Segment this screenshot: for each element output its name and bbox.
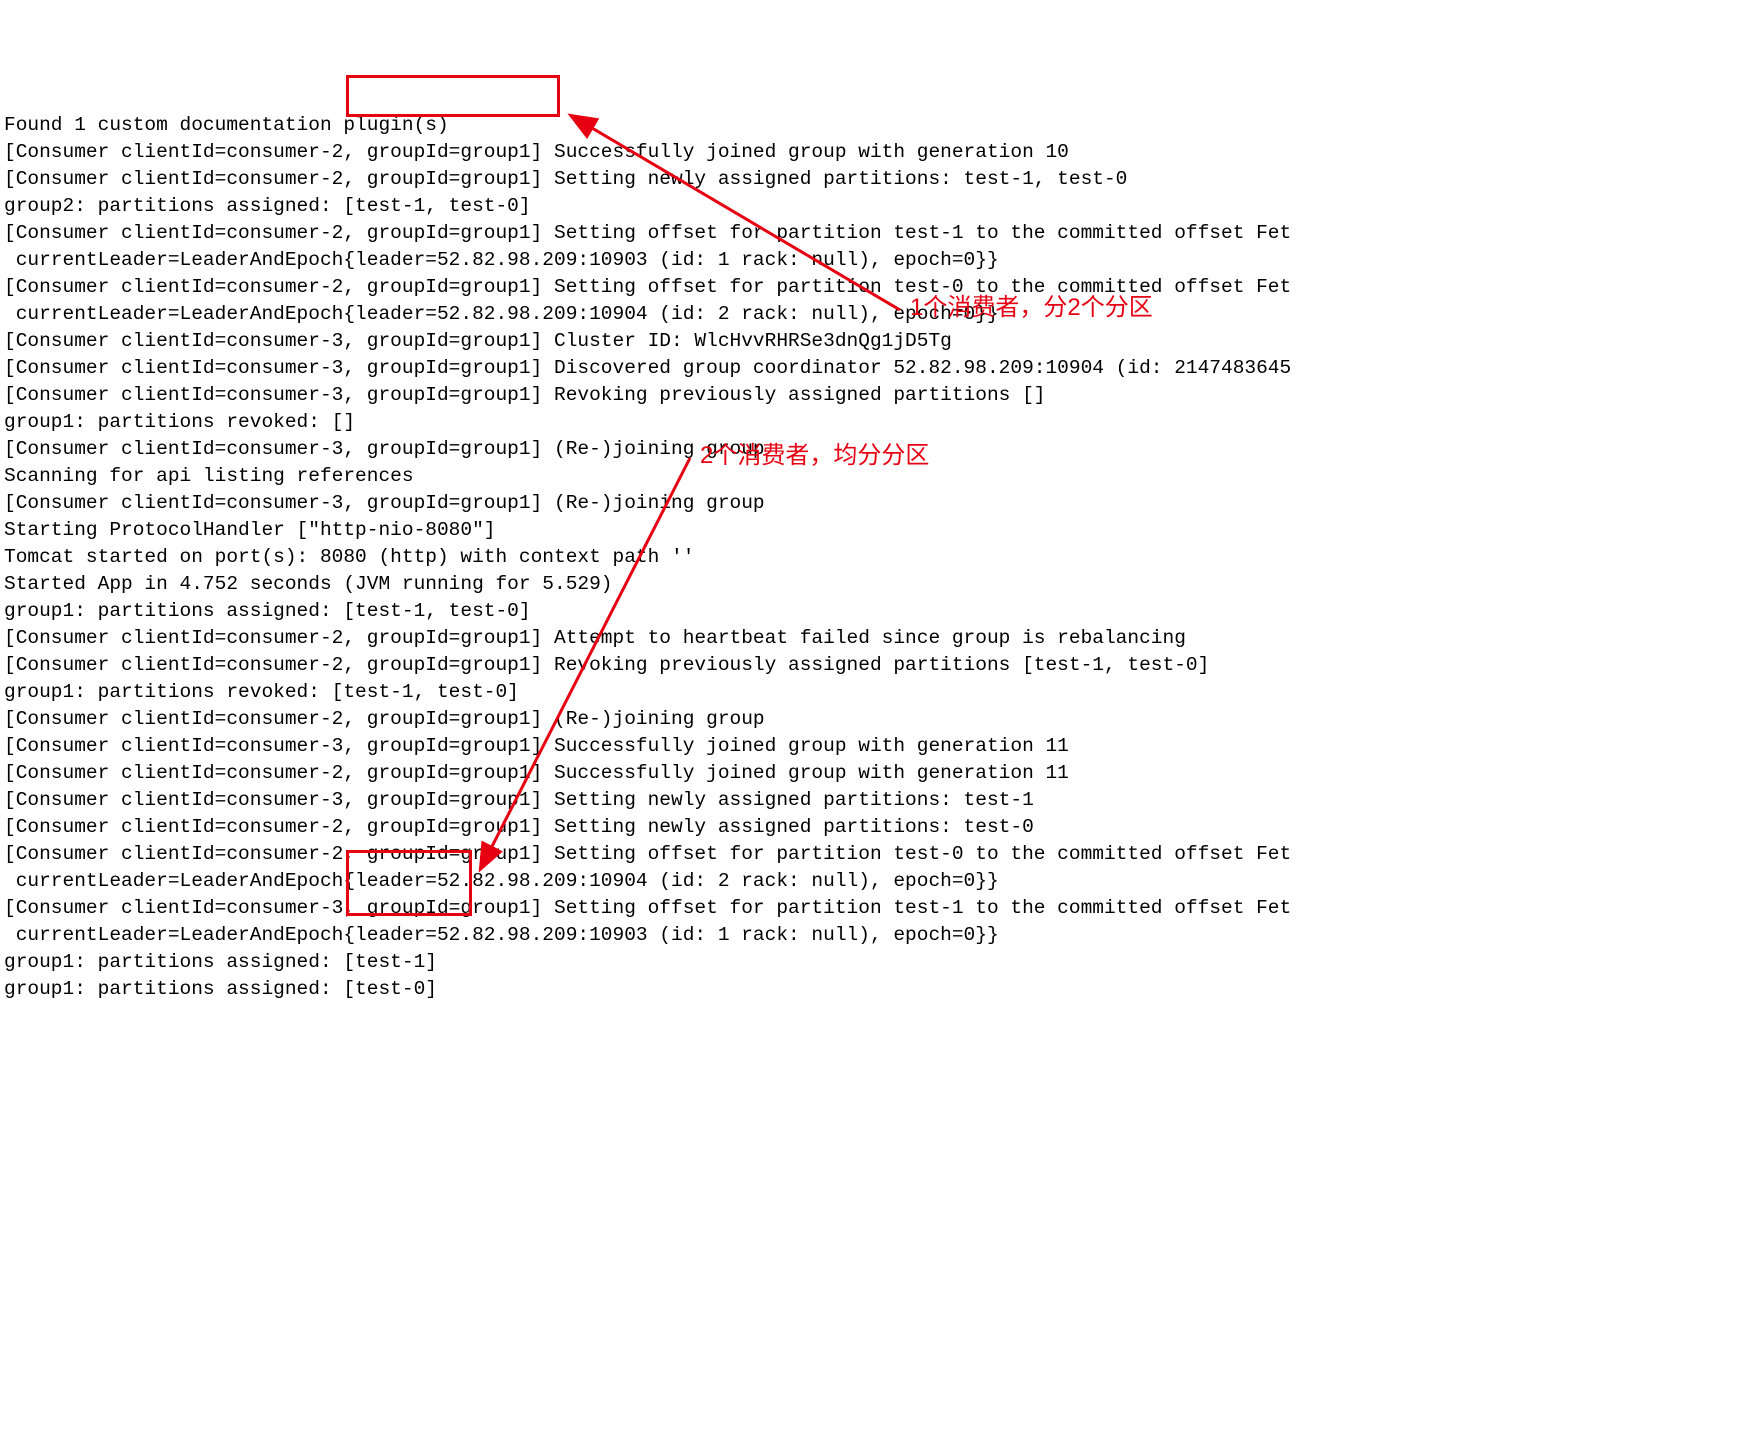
highlight-box-1 (346, 75, 560, 117)
console-log: Found 1 custom documentation plugin(s) [… (4, 112, 1756, 1003)
